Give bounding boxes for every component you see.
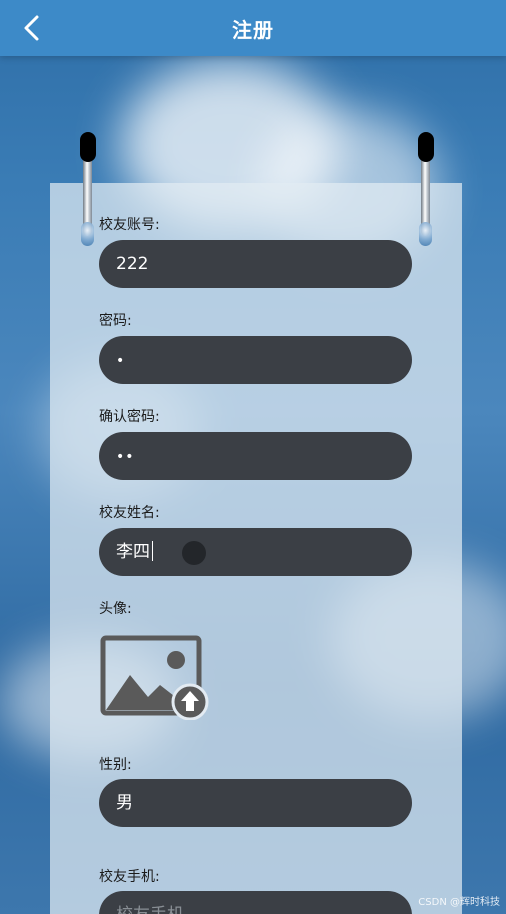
name-label: 校友姓名:: [99, 505, 160, 521]
gender-label: 性别:: [99, 757, 132, 773]
touch-indicator: [182, 541, 206, 565]
name-input[interactable]: 李四: [99, 528, 412, 576]
account-label: 校友账号:: [99, 217, 160, 233]
page-title: 注册: [232, 17, 274, 42]
hanging-hook-right: [418, 132, 434, 250]
back-button[interactable]: [12, 8, 52, 48]
password-value: •: [116, 353, 126, 369]
phone-label: 校友手机:: [99, 869, 160, 885]
account-value: 222: [116, 254, 149, 274]
password-input[interactable]: •: [99, 336, 412, 384]
account-input[interactable]: 222: [99, 240, 412, 288]
header-bar: 注册: [0, 0, 506, 56]
avatar-label: 头像:: [99, 601, 132, 617]
chevron-left-icon: [24, 15, 39, 41]
gender-select[interactable]: 男: [99, 779, 412, 827]
confirm-password-input[interactable]: ••: [99, 432, 412, 480]
watermark: CSDN @辉时科技: [418, 897, 500, 908]
confirm-password-label: 确认密码:: [99, 409, 160, 425]
text-caret: [152, 540, 153, 561]
password-label: 密码:: [99, 313, 132, 329]
register-screen: 注册 校友账号: 222 密码: • 确认密码: •• 校友姓名: 李四 头像:: [0, 0, 506, 914]
phone-placeholder: 校友手机: [116, 905, 184, 914]
gender-value: 男: [116, 793, 133, 813]
phone-input[interactable]: 校友手机: [99, 891, 412, 914]
image-upload-icon: [100, 635, 209, 721]
name-value: 李四: [116, 542, 150, 562]
avatar-upload-button[interactable]: [100, 635, 210, 721]
hanging-hook-left: [80, 132, 96, 250]
confirm-password-value: ••: [116, 449, 135, 465]
